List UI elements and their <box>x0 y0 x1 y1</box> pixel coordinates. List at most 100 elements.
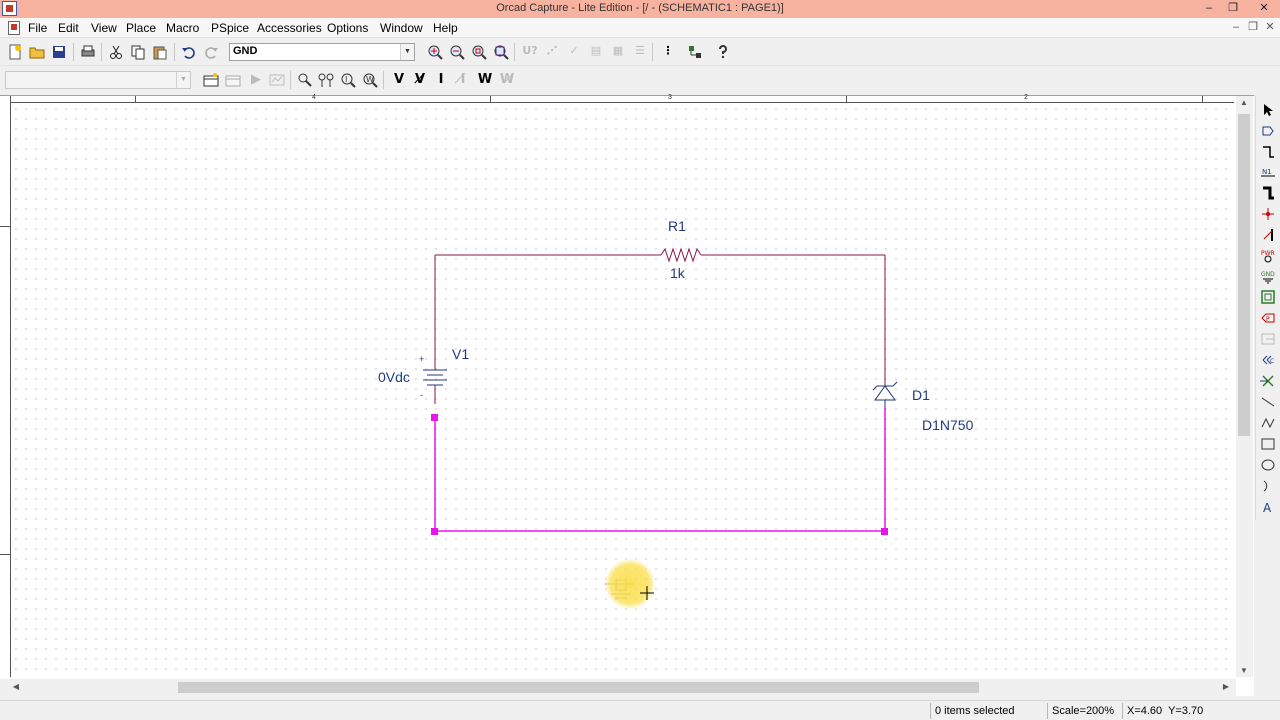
simulation-profile-combo[interactable]: ▼ <box>5 71 191 89</box>
run-simulation-icon[interactable]: ▶ <box>245 70 265 90</box>
place-off-page-connector-icon[interactable]: C <box>1259 351 1277 369</box>
r1-reference-label[interactable]: R1 <box>668 218 686 234</box>
project-manager-icon[interactable] <box>685 42 705 62</box>
place-pin-icon[interactable] <box>1259 330 1277 348</box>
minimize-button[interactable]: – <box>1197 0 1221 16</box>
mdi-restore-button[interactable]: ❐ <box>1245 19 1261 35</box>
zoom-all-icon[interactable] <box>491 42 511 62</box>
d1-reference-label[interactable]: D1 <box>912 387 930 403</box>
scroll-right-icon[interactable]: ▶ <box>1220 682 1232 691</box>
probe-voltage-icon[interactable] <box>295 70 315 90</box>
undo-icon[interactable] <box>179 42 199 62</box>
v1-reference-label[interactable]: V1 <box>452 346 469 362</box>
toggle-power-icon[interactable]: W̸ <box>496 70 516 90</box>
place-port-icon[interactable]: P <box>1259 309 1277 327</box>
place-net-alias-icon[interactable]: N1 <box>1259 163 1277 181</box>
chevron-down-icon[interactable]: ▼ <box>400 44 414 60</box>
probe-differential-icon[interactable] <box>316 70 336 90</box>
menu-pspice[interactable]: PSpice <box>211 20 249 36</box>
menu-window[interactable]: Window <box>380 20 423 36</box>
selection-handle[interactable] <box>881 528 888 535</box>
diode-d1[interactable] <box>874 385 896 401</box>
probe-current-icon[interactable]: I <box>338 70 358 90</box>
vertical-scrollbar[interactable]: ▲ ▼ <box>1236 96 1253 677</box>
save-icon[interactable] <box>49 42 69 62</box>
zoom-area-icon[interactable] <box>469 42 489 62</box>
scroll-up-icon[interactable]: ▲ <box>1238 98 1250 107</box>
d1-value-label[interactable]: D1N750 <box>922 417 973 433</box>
maximize-button[interactable]: ❐ <box>1221 0 1245 16</box>
paste-icon[interactable] <box>150 42 170 62</box>
enable-bias-power-icon[interactable]: W <box>474 70 494 90</box>
place-polyline-icon[interactable] <box>1259 414 1277 432</box>
v1-value-label[interactable]: 0Vdc <box>378 369 410 385</box>
schematic-canvas[interactable]: R1 1k V1 0Vdc + - D1 D1N750 <box>11 104 1234 677</box>
part-combo[interactable]: GND ▼ <box>229 43 415 61</box>
horizontal-scroll-thumb[interactable] <box>178 682 979 693</box>
redo-icon[interactable] <box>201 42 221 62</box>
close-button[interactable]: ✕ <box>1252 0 1276 16</box>
menu-file[interactable]: File <box>28 20 47 36</box>
menu-accessories[interactable]: Accessories <box>257 20 322 36</box>
view-simulation-results-icon[interactable] <box>267 70 287 90</box>
vertical-scroll-thumb[interactable] <box>1238 114 1250 436</box>
place-rectangle-icon[interactable] <box>1259 435 1277 453</box>
drc-icon[interactable]: ✓ <box>563 42 583 62</box>
help-icon[interactable] <box>713 42 733 62</box>
bill-of-materials-icon[interactable]: ☰ <box>629 42 649 62</box>
toggle-voltage-icon[interactable]: V̸ <box>409 70 429 90</box>
place-ground-icon[interactable]: GND <box>1259 268 1277 286</box>
edit-simulation-profile-icon[interactable] <box>223 70 243 90</box>
place-wire-icon[interactable] <box>1259 143 1277 161</box>
back-annotate-icon[interactable]: ⋰ <box>541 42 561 62</box>
new-icon[interactable] <box>5 42 25 62</box>
cut-icon[interactable] <box>106 42 126 62</box>
annotate-icon[interactable]: U? <box>519 42 539 62</box>
scroll-left-icon[interactable]: ◀ <box>10 682 22 691</box>
cross-reference-icon[interactable]: ▦ <box>607 42 627 62</box>
enable-bias-current-icon[interactable]: I <box>430 70 450 90</box>
netlist-icon[interactable]: ▤ <box>585 42 605 62</box>
mdi-close-button[interactable]: ✕ <box>1262 19 1278 35</box>
new-simulation-profile-icon[interactable] <box>201 70 221 90</box>
toggle-current-icon[interactable]: I̸ <box>452 70 472 90</box>
place-part-icon[interactable] <box>1259 122 1277 140</box>
resistor-r1[interactable] <box>660 247 702 263</box>
menu-view[interactable]: View <box>91 20 117 36</box>
selection-handle[interactable] <box>431 528 438 535</box>
probe-power-icon[interactable]: W <box>360 70 380 90</box>
toolbar-separator <box>290 71 291 89</box>
place-bus-icon[interactable] <box>1259 184 1277 202</box>
menu-macro[interactable]: Macro <box>166 20 199 36</box>
mdi-minimize-button[interactable]: – <box>1228 19 1244 35</box>
place-junction-icon[interactable] <box>1259 205 1277 223</box>
print-icon[interactable] <box>78 42 98 62</box>
r1-value-label[interactable]: 1k <box>670 265 685 281</box>
document-icon[interactable] <box>8 21 20 35</box>
place-bus-entry-icon[interactable] <box>1259 226 1277 244</box>
menu-options[interactable]: Options <box>327 20 368 36</box>
chevron-down-icon[interactable]: ▼ <box>176 72 190 88</box>
place-text-icon[interactable]: A <box>1259 498 1277 516</box>
select-arrow-icon[interactable] <box>1259 101 1277 119</box>
snap-to-grid-icon[interactable]: ⋮ <box>657 42 677 62</box>
copy-icon[interactable] <box>128 42 148 62</box>
zoom-in-icon[interactable] <box>425 42 445 62</box>
scroll-down-icon[interactable]: ▼ <box>1238 666 1250 675</box>
place-no-connect-icon[interactable] <box>1259 372 1277 390</box>
ruler-tick <box>490 96 491 103</box>
menu-edit[interactable]: Edit <box>58 20 79 36</box>
zoom-out-icon[interactable] <box>447 42 467 62</box>
menu-place[interactable]: Place <box>126 20 156 36</box>
place-hierarchical-block-icon[interactable] <box>1259 288 1277 306</box>
place-line-icon[interactable] <box>1259 393 1277 411</box>
enable-bias-voltage-icon[interactable]: V <box>388 70 408 90</box>
horizontal-scrollbar[interactable]: ◀ ▶ <box>0 679 1236 696</box>
svg-text:W: W <box>366 75 374 84</box>
selection-handle[interactable] <box>431 414 438 421</box>
menu-help[interactable]: Help <box>433 20 458 36</box>
place-arc-icon[interactable] <box>1259 477 1277 495</box>
open-icon[interactable] <box>27 42 47 62</box>
place-ellipse-icon[interactable] <box>1259 456 1277 474</box>
place-power-icon[interactable]: PWR <box>1259 247 1277 265</box>
